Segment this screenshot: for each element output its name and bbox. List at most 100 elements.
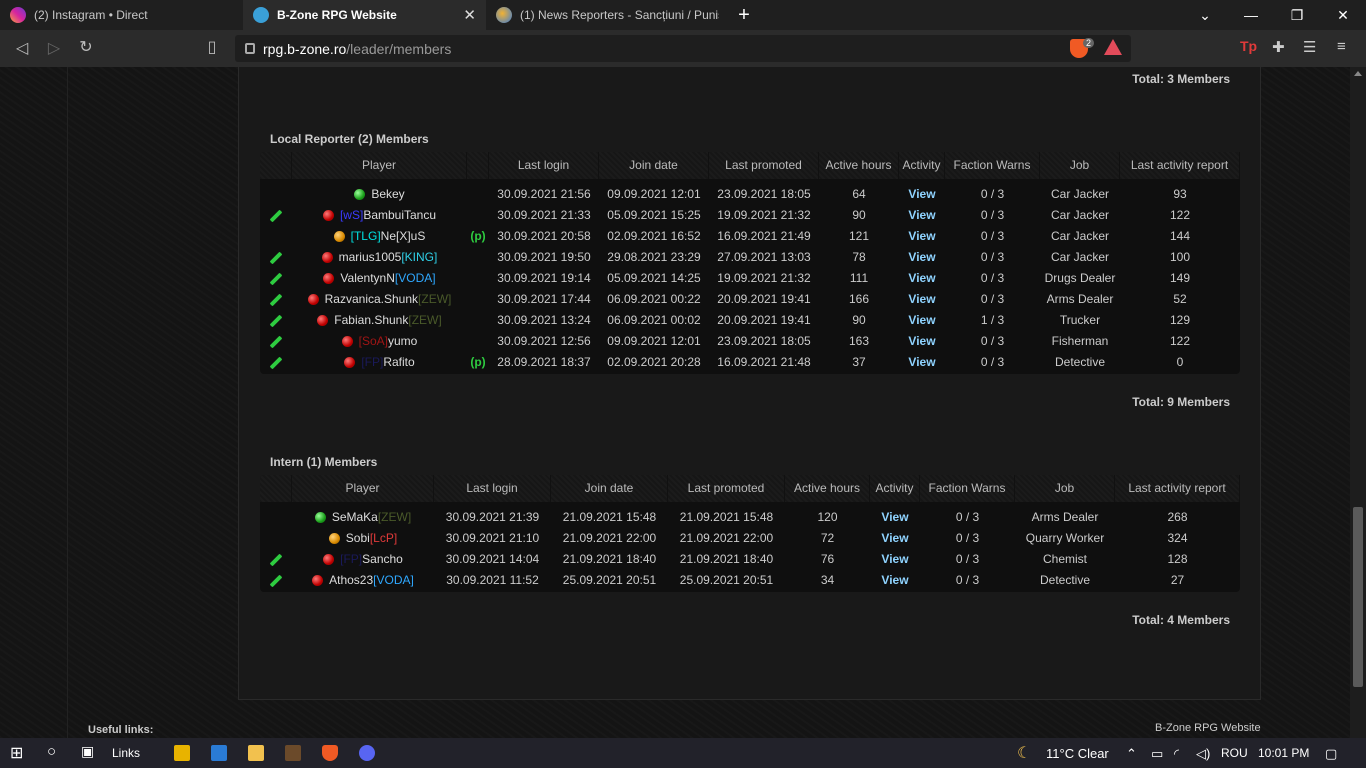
edit-pencil-icon[interactable] <box>269 553 283 566</box>
player-name-link[interactable]: SeMaKa <box>332 510 378 524</box>
activity-view-link[interactable]: View <box>899 292 945 306</box>
edit-pencil-icon[interactable] <box>269 293 283 306</box>
column-header[interactable]: Job <box>1015 475 1115 502</box>
bookmark-icon[interactable]: ▯ <box>196 37 228 57</box>
player-name-link[interactable]: ValentynN <box>340 271 394 285</box>
activity-view-link[interactable]: View <box>899 250 945 264</box>
player-name-link[interactable]: Razvanica.Shunk <box>325 292 418 306</box>
player-name-link[interactable]: marius1005 <box>339 250 402 264</box>
activity-view-link[interactable]: View <box>899 334 945 348</box>
windows-start-icon[interactable]: ⊞ <box>10 743 26 762</box>
notifications-icon[interactable]: ▢ <box>1325 746 1337 762</box>
close-window-icon[interactable]: ✕ <box>1320 7 1366 24</box>
media-icon[interactable]: ☰ <box>1303 38 1316 56</box>
extensions-icon[interactable]: ✚ <box>1272 38 1285 56</box>
discord-icon[interactable] <box>359 745 375 761</box>
clan-tag: [ZEW] <box>377 509 412 524</box>
column-header[interactable]: Player <box>292 152 467 179</box>
column-header[interactable]: Last login <box>434 475 551 502</box>
minimize-icon[interactable]: — <box>1228 7 1274 23</box>
edit-pencil-icon[interactable] <box>269 272 283 285</box>
column-header[interactable]: Last activity report <box>1115 475 1240 502</box>
network-icon[interactable]: ▭ <box>1151 746 1163 762</box>
column-header[interactable]: Last promoted <box>709 152 819 179</box>
activity-view-link[interactable]: View <box>870 552 920 566</box>
edit-cell <box>260 355 292 369</box>
column-header[interactable]: Activity <box>870 475 920 502</box>
store-icon[interactable] <box>174 745 190 761</box>
activity-view-link[interactable]: View <box>899 271 945 285</box>
edit-pencil-icon[interactable] <box>269 209 283 222</box>
column-header[interactable]: Last login <box>489 152 599 179</box>
tab-instagram[interactable]: (2) Instagram • Direct <box>0 0 243 30</box>
scroll-thumb[interactable] <box>1353 507 1363 687</box>
forward-icon[interactable]: ▷ <box>38 38 70 58</box>
player-name-link[interactable]: Athos23 <box>329 573 373 587</box>
column-header[interactable]: Player <box>292 475 434 502</box>
column-header[interactable]: Join date <box>551 475 668 502</box>
column-header[interactable]: Active hours <box>819 152 899 179</box>
column-header[interactable] <box>260 152 292 179</box>
column-header[interactable]: Last activity report <box>1120 152 1240 179</box>
address-bar[interactable]: rpg.b-zone.ro/leader/members <box>235 35 1131 62</box>
mail-icon[interactable] <box>211 745 227 761</box>
player-name-link[interactable]: Rafito <box>383 355 414 369</box>
column-header[interactable]: Faction Warns <box>945 152 1040 179</box>
player-name-link[interactable]: Fabian.Shunk <box>334 313 408 327</box>
brave-rewards-icon[interactable] <box>1104 39 1122 55</box>
column-header[interactable]: Faction Warns <box>920 475 1015 502</box>
column-header[interactable] <box>467 152 489 179</box>
file-explorer-icon[interactable] <box>248 745 264 761</box>
menu-icon[interactable]: ≡ <box>1337 38 1346 55</box>
tab-search-icon[interactable]: ⌄ <box>1182 7 1228 24</box>
active-hours: 163 <box>848 333 870 348</box>
edit-pencil-icon[interactable] <box>269 314 283 327</box>
scroll-up-icon[interactable] <box>1354 71 1362 76</box>
search-icon[interactable]: ○ <box>47 743 63 760</box>
player-name-link[interactable]: yumo <box>388 334 417 348</box>
close-icon[interactable]: ✕ <box>463 6 476 24</box>
player-name-link[interactable]: BambuiTancu <box>363 208 436 222</box>
column-header[interactable]: Job <box>1040 152 1120 179</box>
player-name-link[interactable]: Bekey <box>371 187 404 201</box>
column-header[interactable]: Active hours <box>785 475 870 502</box>
activity-view-link[interactable]: View <box>899 313 945 327</box>
edit-pencil-icon[interactable] <box>269 574 283 587</box>
column-header[interactable]: Activity <box>899 152 945 179</box>
activity-view-link[interactable]: View <box>899 229 945 243</box>
reload-icon[interactable]: ↻ <box>70 37 102 57</box>
extension-tp-icon[interactable]: Tp <box>1240 38 1257 54</box>
activity-view-link[interactable]: View <box>870 510 920 524</box>
player-name-link[interactable]: Sancho <box>362 552 403 566</box>
tab-bzone[interactable]: B-Zone RPG Website ✕ <box>243 0 486 30</box>
activity-view-link[interactable]: View <box>870 573 920 587</box>
edit-pencil-icon[interactable] <box>269 356 283 369</box>
column-header[interactable] <box>260 475 292 502</box>
edit-pencil-icon[interactable] <box>269 251 283 264</box>
volume-icon[interactable]: ◁) <box>1196 746 1210 762</box>
faction-warns: 0 / 3 <box>980 291 1005 306</box>
back-icon[interactable]: ◁ <box>6 38 38 58</box>
column-header[interactable]: Last promoted <box>668 475 785 502</box>
tray-chevron-icon[interactable]: ⌃ <box>1126 746 1137 762</box>
task-view-icon[interactable]: ▣ <box>81 743 97 759</box>
brave-icon[interactable] <box>322 745 338 761</box>
column-header[interactable]: Join date <box>599 152 709 179</box>
wifi-icon[interactable]: ◜ <box>1174 746 1179 762</box>
player-name-link[interactable]: Sobi <box>346 531 370 545</box>
tab-news-reporters[interactable]: (1) News Reporters - Sancțiuni / Punish <box>486 0 729 30</box>
edit-pencil-icon[interactable] <box>269 335 283 348</box>
links-toolbar[interactable]: Links <box>112 746 140 760</box>
weather-text[interactable]: 11°C Clear <box>1046 746 1109 761</box>
activity-view-link[interactable]: View <box>870 531 920 545</box>
activity-view-link[interactable]: View <box>899 208 945 222</box>
language-indicator[interactable]: ROU <box>1221 746 1248 760</box>
restore-icon[interactable]: ❐ <box>1274 7 1320 24</box>
clock[interactable]: 10:01 PM <box>1258 746 1309 760</box>
player-name-link[interactable]: Ne[X]uS <box>381 229 426 243</box>
scrollbar[interactable] <box>1350 67 1366 738</box>
activity-view-link[interactable]: View <box>899 187 945 201</box>
new-tab-button[interactable]: + <box>729 0 759 30</box>
activity-view-link[interactable]: View <box>899 355 945 369</box>
game-icon[interactable] <box>285 745 301 761</box>
